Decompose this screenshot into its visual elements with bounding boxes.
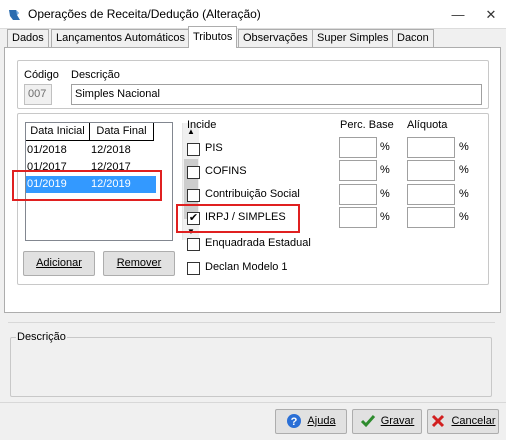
declan-modelo-1-label: Declan Modelo 1 (205, 261, 288, 273)
gravar-label: Gravar (380, 415, 415, 427)
gravar-button[interactable]: Gravar (352, 409, 422, 434)
svg-text:?: ? (291, 416, 298, 428)
cofins-perc-base-unit: % (380, 164, 390, 176)
window-title: Operações de Receita/Dedução (Alteração) (28, 7, 261, 21)
minimize-icon: — (451, 7, 465, 22)
contribuicao-social-label: Contribuição Social (205, 188, 300, 200)
codigo-label: Código (24, 69, 59, 81)
checkmark-save-icon (360, 413, 376, 429)
column-header-data-final[interactable]: Data Final (90, 123, 154, 141)
irpj-simples-aliquota-field[interactable] (407, 207, 455, 228)
codigo-field[interactable]: 007 (24, 84, 52, 105)
declan-modelo-1-checkbox[interactable] (187, 262, 200, 275)
descricao-label: Descrição (71, 69, 120, 81)
cofins-aliquota-field[interactable] (407, 160, 455, 181)
irpj-simples-perc-base-field[interactable] (339, 207, 377, 228)
footer-divider (0, 402, 506, 403)
descricao-groupbox (10, 337, 492, 397)
pis-perc-base-unit: % (380, 141, 390, 153)
cancel-x-icon (430, 413, 446, 429)
annotation-highlight-row (12, 170, 162, 201)
descricao-field[interactable]: Simples Nacional (71, 84, 482, 105)
divider (8, 322, 495, 323)
aliquota-label: Alíquota (407, 119, 448, 131)
pis-aliquota-unit: % (459, 141, 469, 153)
row-1-data-inicial[interactable]: 01/2018 (26, 142, 90, 159)
contribuicao-social-perc-base-field[interactable] (339, 184, 377, 205)
enquadrada-estadual-checkbox[interactable] (187, 238, 200, 251)
cancelar-button[interactable]: Cancelar (427, 409, 499, 434)
help-icon: ? (286, 413, 302, 429)
contribuicao-social-perc-base-unit: % (380, 188, 390, 200)
tab-lancamentos-automaticos[interactable]: Lançamentos Automáticos (51, 29, 191, 48)
tab-dacon[interactable]: Dacon (392, 29, 434, 48)
pis-label: PIS (205, 142, 223, 154)
irpj-simples-perc-base-unit: % (380, 211, 390, 223)
incide-label: Incide (187, 119, 217, 131)
descricao-box-label: Descrição (16, 331, 67, 343)
row-1-data-final[interactable]: 12/2018 (90, 142, 154, 159)
perc-base-label: Perc. Base (340, 119, 394, 131)
enquadrada-estadual-label: Enquadrada Estadual (205, 237, 311, 249)
tab-observacoes[interactable]: Observações (238, 29, 313, 48)
cofins-label: COFINS (205, 165, 247, 177)
column-header-data-inicial[interactable]: Data Inicial (26, 123, 90, 141)
app-icon (7, 7, 23, 23)
cofins-checkbox[interactable] (187, 166, 200, 179)
pis-perc-base-field[interactable] (339, 137, 377, 158)
irpj-simples-aliquota-unit: % (459, 211, 469, 223)
close-button[interactable]: ✕ (476, 0, 506, 29)
irpj-simples-checkbox[interactable]: ✔ (187, 212, 200, 225)
contribuicao-social-aliquota-field[interactable] (407, 184, 455, 205)
ajuda-label: Ajuda (307, 415, 336, 427)
tab-super-simples[interactable]: Super Simples (312, 29, 394, 48)
contribuicao-social-aliquota-unit: % (459, 188, 469, 200)
remover-label: Remover (116, 257, 162, 269)
ajuda-button[interactable]: ? Ajuda (275, 409, 347, 434)
cofins-perc-base-field[interactable] (339, 160, 377, 181)
pis-aliquota-field[interactable] (407, 137, 455, 158)
minimize-button[interactable]: — (443, 0, 473, 29)
adicionar-button[interactable]: Adicionar (23, 251, 95, 276)
contribuicao-social-checkbox[interactable] (187, 189, 200, 202)
close-icon: ✕ (485, 7, 497, 22)
adicionar-label: Adicionar (36, 257, 82, 269)
cofins-aliquota-unit: % (459, 164, 469, 176)
remover-button[interactable]: Remover (103, 251, 175, 276)
tab-tributos[interactable]: Tributos (188, 26, 238, 48)
irpj-simples-label: IRPJ / SIMPLES (205, 211, 286, 223)
cancelar-label: Cancelar (451, 415, 496, 427)
tab-dados[interactable]: Dados (7, 29, 49, 48)
pis-checkbox[interactable] (187, 143, 200, 156)
checkmark-icon: ✔ (188, 212, 199, 224)
